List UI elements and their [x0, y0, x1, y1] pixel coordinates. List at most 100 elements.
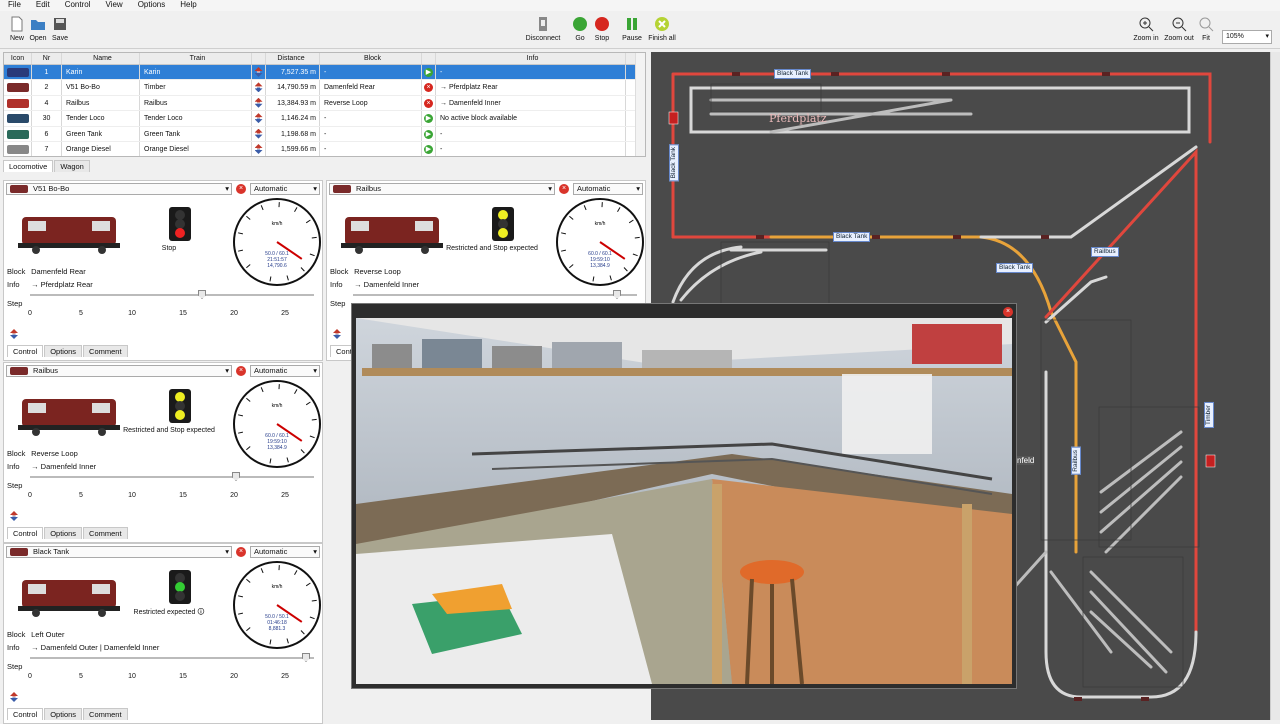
finish-all-button[interactable]: Finish all: [645, 16, 679, 42]
zoom-select[interactable]: 105%: [1222, 30, 1272, 44]
tab-comment[interactable]: Comment: [83, 527, 128, 539]
menu-options[interactable]: Options: [130, 0, 173, 11]
cell-direction[interactable]: [252, 142, 266, 156]
menu-control[interactable]: Control: [57, 0, 98, 11]
cell-status[interactable]: ×: [422, 80, 436, 94]
header-distance[interactable]: Distance: [266, 53, 320, 64]
layout-scrollbar[interactable]: [1270, 52, 1280, 720]
tab-locomotive[interactable]: Locomotive: [3, 160, 53, 172]
speed-step-slider[interactable]: [30, 657, 314, 659]
direction-toggle-icon[interactable]: [333, 329, 341, 339]
zoom-out-button[interactable]: Zoom out: [1163, 16, 1195, 42]
cell-status[interactable]: ▶: [422, 127, 436, 141]
slider-knob[interactable]: [302, 653, 310, 662]
step-tick: 15: [179, 310, 187, 317]
release-button[interactable]: ×: [236, 366, 246, 376]
speed-unit: km/h: [272, 221, 283, 227]
layout-label-railbus-1[interactable]: Railbus: [1091, 247, 1119, 257]
zoom-in-button[interactable]: Zoom in: [1130, 16, 1162, 42]
release-button[interactable]: ×: [559, 184, 569, 194]
layout-label-black-tank-2[interactable]: Black Tank: [669, 144, 679, 181]
tab-comment[interactable]: Comment: [83, 708, 128, 720]
loco-select[interactable]: Black Tank: [6, 546, 232, 558]
mode-select[interactable]: Automatic: [573, 183, 643, 195]
speed-step-slider[interactable]: [30, 294, 314, 296]
cell-distance: 1,599.66 m: [266, 142, 320, 156]
slider-knob[interactable]: [198, 290, 206, 299]
mode-select[interactable]: Automatic: [250, 365, 320, 377]
panel-tabs: ControlOptionsComment: [7, 527, 129, 539]
cell-direction[interactable]: [252, 111, 266, 125]
table-row[interactable]: 2V51 Bo-BoTimber14,790.59 mDamenfeld Rea…: [4, 80, 645, 95]
close-icon[interactable]: ×: [1003, 307, 1013, 317]
step-tick: 0: [28, 310, 32, 317]
save-button[interactable]: Save: [43, 16, 77, 42]
header-train[interactable]: Train: [140, 53, 252, 64]
layout-label-timber[interactable]: Timber: [1204, 402, 1214, 428]
menu-view[interactable]: View: [97, 0, 129, 11]
info-value: → Pferdplatz Rear: [31, 280, 93, 289]
locomotive-table: Icon Nr Name Train Distance Block Info 1…: [3, 52, 646, 157]
loco-select[interactable]: V51 Bo-Bo: [6, 183, 232, 195]
tab-wagon[interactable]: Wagon: [54, 160, 90, 172]
tab-control[interactable]: Control: [7, 527, 43, 539]
speed-unit: km/h: [272, 584, 283, 590]
cell-direction[interactable]: [252, 65, 266, 79]
header-status[interactable]: [422, 53, 436, 64]
tab-comment[interactable]: Comment: [83, 345, 128, 357]
layout-label-black-tank-3[interactable]: Black Tank: [833, 232, 870, 242]
layout-label-railbus-2[interactable]: Railbus: [1071, 447, 1081, 475]
direction-toggle-icon[interactable]: [10, 329, 18, 339]
table-row[interactable]: 1KarinKarin7,527.35 m-▶-: [4, 65, 645, 80]
layout-label-black-tank-1[interactable]: Black Tank: [774, 69, 811, 79]
table-row[interactable]: 30Tender LocoTender Loco1,146.24 m-▶No a…: [4, 111, 645, 126]
menu-edit[interactable]: Edit: [28, 0, 57, 11]
cell-direction[interactable]: [252, 80, 266, 94]
speed-step-slider[interactable]: [30, 476, 314, 478]
header-icon[interactable]: Icon: [4, 53, 32, 64]
direction-toggle-icon[interactable]: [10, 692, 18, 702]
header-block[interactable]: Block: [320, 53, 422, 64]
table-row[interactable]: 6Green TankGreen Tank1,198.68 m-▶-: [4, 127, 645, 142]
release-button[interactable]: ×: [236, 184, 246, 194]
slider-knob[interactable]: [232, 472, 240, 481]
mode-select[interactable]: Automatic: [250, 183, 320, 195]
tab-options[interactable]: Options: [44, 527, 82, 539]
cell-status[interactable]: ▶: [422, 142, 436, 156]
header-info[interactable]: Info: [436, 53, 626, 64]
tab-options[interactable]: Options: [44, 708, 82, 720]
tab-options[interactable]: Options: [44, 345, 82, 357]
disconnect-button[interactable]: Disconnect: [524, 16, 562, 42]
table-row[interactable]: 4RailbusRailbus13,384.93 mReverse Loop×→…: [4, 96, 645, 111]
menu-help[interactable]: Help: [172, 0, 203, 11]
menu-file[interactable]: File: [0, 0, 28, 11]
cell-status[interactable]: ×: [422, 96, 436, 110]
header-direction[interactable]: [252, 53, 266, 64]
slider-knob[interactable]: [613, 290, 621, 299]
tab-control[interactable]: Control: [7, 708, 43, 720]
table-scrollbar[interactable]: [635, 53, 645, 156]
release-button[interactable]: ×: [236, 547, 246, 557]
cell-direction[interactable]: [252, 96, 266, 110]
layout-label-black-tank-4[interactable]: Black Tank: [996, 263, 1033, 273]
tab-control[interactable]: Control: [7, 345, 43, 357]
cell-status[interactable]: ▶: [422, 65, 436, 79]
stop-button[interactable]: Stop: [587, 16, 617, 42]
cell-status[interactable]: ▶: [422, 111, 436, 125]
cell-nr: 30: [32, 111, 62, 125]
table-row[interactable]: 7Orange DieselOrange Diesel1,599.66 m-▶-: [4, 142, 645, 157]
loco-select[interactable]: Railbus: [329, 183, 555, 195]
camera-video-window[interactable]: ×: [351, 303, 1017, 689]
fit-button[interactable]: Fit: [1194, 16, 1218, 42]
cell-train: Karin: [140, 65, 252, 79]
mode-select[interactable]: Automatic: [250, 546, 320, 558]
cell-direction[interactable]: [252, 127, 266, 141]
pause-button[interactable]: Pause: [617, 16, 647, 42]
cell-train: Orange Diesel: [140, 142, 252, 156]
direction-toggle-icon[interactable]: [10, 511, 18, 521]
speed-unit: km/h: [272, 403, 283, 409]
speed-step-slider[interactable]: [353, 294, 637, 296]
header-name[interactable]: Name: [62, 53, 140, 64]
header-nr[interactable]: Nr: [32, 53, 62, 64]
loco-select[interactable]: Railbus: [6, 365, 232, 377]
